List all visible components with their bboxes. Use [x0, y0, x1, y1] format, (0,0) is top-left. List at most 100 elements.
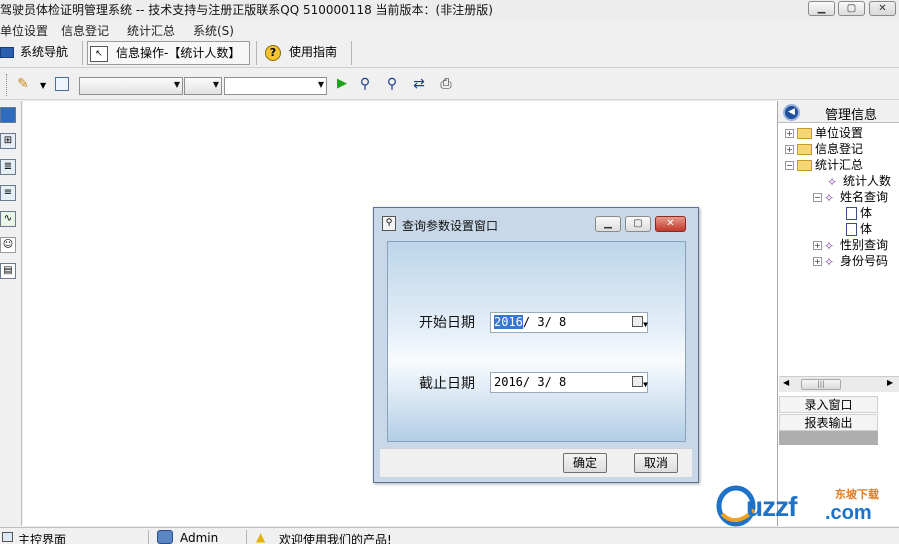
- tree-item-statistics[interactable]: − 统计汇总: [785, 157, 899, 173]
- panel-header: ◀ 管理信息: [778, 101, 899, 123]
- chevron-down-icon[interactable]: ▼: [643, 375, 648, 394]
- scroll-thumb[interactable]: |||: [801, 379, 841, 390]
- tab-help-guide[interactable]: ? 使用指南: [265, 41, 355, 65]
- tree-item-label: 统计汇总: [815, 158, 864, 172]
- tab-info-operation-label: 信息操作-【统计人数】: [116, 46, 241, 60]
- menu-bar: 单位设置 信息登记 统计汇总 系统(S): [0, 20, 899, 39]
- expand-icon[interactable]: +: [785, 129, 794, 138]
- dialog-close-button[interactable]: ✕: [655, 216, 686, 232]
- menu-statistics[interactable]: 统计汇总: [127, 22, 175, 39]
- dialog-body: 开始日期 2016/ 3/ 8 ▼ 截止日期 2016/ 3/ 8 ▼: [387, 241, 686, 442]
- tree-item-info-register[interactable]: + 信息登记: [785, 141, 899, 157]
- expand-icon[interactable]: +: [813, 241, 822, 250]
- tab-bar: 系统导航 ↖ 信息操作-【统计人数】 ? 使用指南: [0, 38, 899, 68]
- print-icon[interactable]: ⎙: [437, 75, 455, 93]
- magic-wand-icon: ✧: [824, 254, 835, 269]
- tree-item-record[interactable]: 体: [785, 221, 899, 237]
- end-date-value: 2016/ 3/ 8: [494, 375, 567, 389]
- tab-system-nav[interactable]: 系统导航: [0, 41, 78, 65]
- folder-icon: [797, 160, 812, 171]
- run-icon[interactable]: ▶: [333, 75, 351, 93]
- expand-icon[interactable]: +: [785, 145, 794, 154]
- confirm-button[interactable]: 确定: [563, 453, 607, 473]
- menu-unit-settings[interactable]: 单位设置: [0, 22, 48, 39]
- toolbar: ✎ ▼ ▼ ▼ ▼ ▶ ⚲ ⚲ ⇄ ⎙: [0, 69, 899, 100]
- tree-item-id-query[interactable]: + ✧ 身份号码: [785, 253, 899, 269]
- help-icon: ?: [265, 44, 281, 61]
- tree-item-record[interactable]: 体: [785, 205, 899, 221]
- refresh-icon[interactable]: ⇄: [410, 75, 428, 93]
- start-date-picker[interactable]: 2016/ 3/ 8 ▼: [490, 312, 648, 333]
- tree-item-unit-settings[interactable]: + 单位设置: [785, 125, 899, 141]
- menu-system[interactable]: 系统(S): [193, 22, 234, 39]
- status-message: 欢迎使用我们的产品!: [279, 533, 392, 544]
- entry-window-button[interactable]: 录入窗口: [779, 396, 878, 413]
- chart-icon[interactable]: ∿: [0, 211, 16, 227]
- start-date-year-selected: 2016: [494, 315, 523, 329]
- report-icon[interactable]: ▤: [0, 263, 16, 279]
- folder-icon: [797, 128, 812, 139]
- left-tool-strip: ⊞ ≣ ≡ ∿ ☺ ▤: [0, 101, 22, 526]
- status-user: Admin: [180, 531, 219, 544]
- panel-filler: [779, 431, 878, 445]
- chevron-down-icon[interactable]: ▼: [643, 315, 648, 334]
- scroll-right-icon[interactable]: ▶: [887, 378, 893, 387]
- horizontal-scrollbar[interactable]: ◀ ||| ▶: [779, 376, 899, 392]
- window-icon[interactable]: [0, 107, 16, 123]
- folder-icon: [797, 144, 812, 155]
- tree-icon[interactable]: ⊞: [0, 133, 16, 149]
- start-date-label: 开始日期: [419, 315, 475, 331]
- tree-item-label: 性别查询: [840, 238, 889, 252]
- cancel-button[interactable]: 取消: [634, 453, 678, 473]
- users-icon[interactable]: ☺: [0, 237, 16, 253]
- find-icon[interactable]: ⚲: [356, 75, 374, 93]
- bell-icon: ▲: [256, 530, 266, 544]
- find-next-icon[interactable]: ⚲: [383, 75, 401, 93]
- document-icon: [846, 207, 857, 220]
- tree-item-count-people[interactable]: ✧ 统计人数: [785, 173, 899, 189]
- search-doc-icon[interactable]: [55, 77, 69, 91]
- tree-item-label: 信息登记: [815, 142, 864, 156]
- list-icon[interactable]: ≣: [0, 159, 16, 175]
- magic-wand-icon: ✧: [827, 174, 838, 189]
- tree-item-label: 单位设置: [815, 126, 864, 140]
- filter-combo-1[interactable]: ▼: [79, 77, 183, 95]
- calendar-icon[interactable]: [632, 316, 643, 327]
- end-date-picker[interactable]: 2016/ 3/ 8 ▼: [490, 372, 648, 393]
- management-panel: ◀ 管理信息 + 单位设置 + 信息登记 − 统计汇总 ✧ 统计人数 − ✧ 姓名查询 体 …: [777, 101, 899, 526]
- collapse-icon[interactable]: −: [785, 161, 794, 170]
- document-icon[interactable]: ≡: [0, 185, 16, 201]
- maximize-button[interactable]: ▢: [838, 1, 865, 16]
- tree-item-gender-query[interactable]: + ✧ 性别查询: [785, 237, 899, 253]
- tree-item-label: 体: [860, 222, 873, 236]
- menu-info-register[interactable]: 信息登记: [61, 22, 109, 39]
- watermark-brand: uzzf: [746, 491, 797, 522]
- filter-combo-3[interactable]: ▼: [224, 77, 327, 95]
- magic-wand-icon: ✧: [824, 190, 835, 205]
- pointer-icon: ↖: [90, 45, 108, 62]
- dialog-minimize-button[interactable]: ▁: [595, 216, 621, 232]
- tree-item-label: 统计人数: [843, 174, 892, 188]
- report-output-button[interactable]: 报表输出: [779, 414, 878, 431]
- pencil-icon[interactable]: ✎: [14, 75, 32, 93]
- tree-item-name-query[interactable]: − ✧ 姓名查询: [785, 189, 899, 205]
- calendar-icon[interactable]: [632, 376, 643, 387]
- watermark-domain: .com: [825, 502, 872, 524]
- window-title: 驾驶员体检证明管理系统 -- 技术支持与注册正版联系QQ 510000118 当…: [0, 3, 493, 17]
- document-icon: [846, 223, 857, 236]
- scroll-left-icon[interactable]: ◀: [783, 378, 789, 387]
- tree-item-label: 身份号码: [840, 254, 889, 268]
- tab-info-operation[interactable]: ↖ 信息操作-【统计人数】: [87, 41, 250, 65]
- dialog-app-icon: ⚲: [382, 216, 396, 231]
- close-button[interactable]: ✕: [869, 1, 896, 16]
- tab-help-guide-label: 使用指南: [289, 45, 338, 59]
- minimize-button[interactable]: ▁: [808, 1, 835, 16]
- dialog-maximize-button[interactable]: ▢: [625, 216, 651, 232]
- pencil-dropdown-arrow-icon[interactable]: ▼: [40, 81, 46, 90]
- expand-icon[interactable]: +: [813, 257, 822, 266]
- filter-combo-2[interactable]: ▼: [184, 77, 222, 95]
- collapse-icon[interactable]: −: [813, 193, 822, 202]
- start-date-rest: / 3/ 8: [522, 315, 567, 329]
- watermark-tag: 东坡下载: [835, 488, 879, 501]
- collapse-panel-icon[interactable]: ◀: [783, 104, 800, 121]
